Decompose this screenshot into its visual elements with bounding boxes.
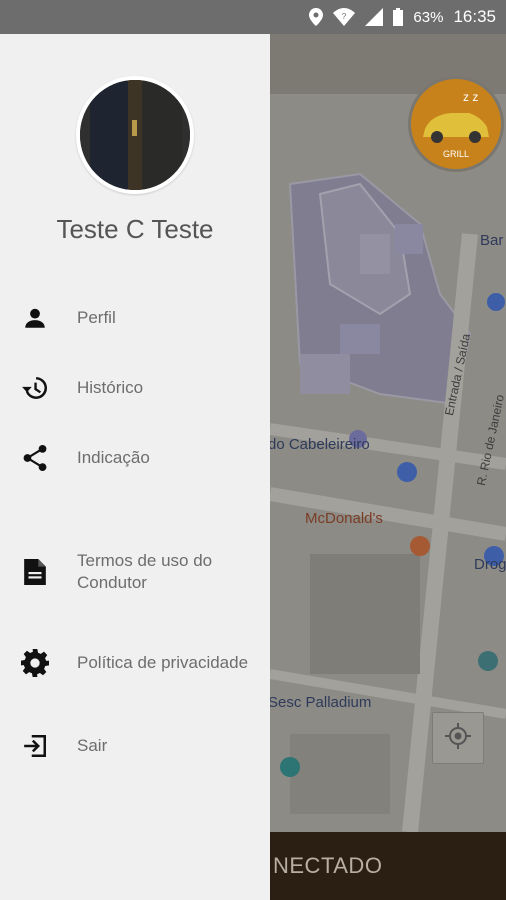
location-icon — [309, 8, 324, 26]
menu-item-sair[interactable]: Sair — [0, 728, 270, 764]
user-name: Teste C Teste — [56, 214, 214, 244]
map-place-label: Drog — [474, 556, 506, 573]
menu-item-indicacao[interactable]: Indicação — [0, 440, 270, 476]
signal-icon — [365, 8, 384, 26]
app-logo: z z GRILL — [408, 76, 504, 172]
menu-item-perfil[interactable]: Perfil — [0, 300, 270, 336]
crosshair-icon — [445, 722, 471, 754]
exit-icon — [20, 731, 50, 761]
my-location-button[interactable] — [432, 712, 484, 764]
svg-text:z z: z z — [463, 90, 478, 104]
menu-item-politica[interactable]: Política de privacidade — [0, 641, 270, 685]
map-place-label: do Cabeleireiro — [268, 436, 370, 453]
menu-item-label: Termos de uso do Condutor — [77, 551, 213, 592]
map-place-label: McDonald's — [305, 510, 383, 527]
map-place-label: Sesc Palladium — [268, 694, 372, 711]
map-place-label: Bar — [480, 232, 504, 249]
clock: 16:35 — [453, 7, 496, 26]
status-bar: ? 63% 16:35 — [0, 0, 506, 34]
document-icon — [20, 557, 50, 587]
connection-status-text: NECTADO — [273, 853, 383, 878]
battery-icon — [393, 8, 404, 26]
logo-text: GRILL — [443, 149, 469, 159]
share-icon — [20, 443, 50, 473]
person-icon — [20, 303, 50, 333]
wifi-icon: ? — [333, 8, 356, 26]
menu-item-label: Política de privacidade — [77, 653, 249, 672]
menu-item-label: Indicação — [77, 448, 150, 467]
battery-percent: 63% — [413, 8, 444, 26]
menu-item-historico[interactable]: Histórico — [0, 370, 270, 406]
menu-item-label: Perfil — [77, 308, 116, 327]
menu-item-label: Sair — [77, 736, 108, 755]
menu-item-termos[interactable]: Termos de uso do Condutor — [0, 550, 270, 594]
navigation-drawer: Teste C Teste Perfil Histórico Indicação… — [0, 34, 270, 900]
menu-item-label: Histórico — [77, 378, 144, 397]
svg-text:?: ? — [342, 12, 347, 21]
gear-icon — [20, 648, 50, 678]
history-icon — [20, 373, 50, 403]
avatar[interactable] — [76, 76, 194, 194]
